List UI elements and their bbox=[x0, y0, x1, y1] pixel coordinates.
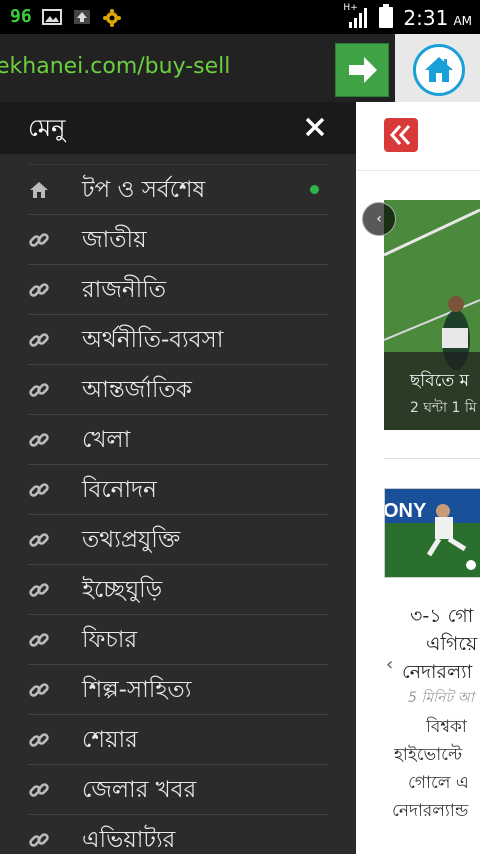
menu-item-label: ফিচার bbox=[82, 627, 138, 653]
navigation-drawer: মেনু টপ ও সর্বশেষ জাতীয় রাজনীতি অর্থনীত… bbox=[0, 102, 356, 854]
menu-item-label: রাজনীতি bbox=[82, 277, 167, 303]
go-button[interactable] bbox=[335, 43, 389, 97]
url-field[interactable]: ekhanei.com/buy-sell bbox=[0, 54, 230, 79]
status-right: H+ 2:31 AM bbox=[343, 3, 472, 32]
article-snippet-line: হাইভোল্টে bbox=[394, 745, 463, 765]
menu-item-feature[interactable]: ফিচার bbox=[28, 614, 328, 664]
featured-slider[interactable]: ছবিতে ম 2 ঘন্টা 1 মি bbox=[384, 200, 480, 430]
menu-item-label: বিনোদন bbox=[82, 477, 157, 503]
link-icon bbox=[28, 779, 50, 801]
article-thumbnail[interactable]: ONY bbox=[384, 488, 480, 578]
slider-title: ছবিতে ম bbox=[410, 371, 470, 391]
divider bbox=[384, 458, 480, 459]
link-icon bbox=[28, 679, 50, 701]
slider-meta: 2 ঘন্টা 1 মি bbox=[410, 400, 477, 416]
menu-item-technology[interactable]: তথ্যপ্রযুক্তি bbox=[28, 514, 328, 564]
menu-item-label: জাতীয় bbox=[82, 227, 147, 253]
link-icon bbox=[28, 429, 50, 451]
back-button[interactable] bbox=[384, 118, 418, 152]
chevron-left-icon: ‹ bbox=[376, 211, 382, 227]
home-button[interactable] bbox=[395, 34, 480, 102]
link-icon bbox=[28, 229, 50, 251]
active-indicator-dot bbox=[310, 185, 319, 194]
menu-item-sports[interactable]: খেলা bbox=[28, 414, 328, 464]
link-icon bbox=[28, 579, 50, 601]
notification-badge: 96 bbox=[10, 6, 32, 27]
link-icon bbox=[28, 279, 50, 301]
menu-item-economy-business[interactable]: অর্থনীতি-ব্যবসা bbox=[28, 314, 328, 364]
menu-item-label: তথ্যপ্রযুক্তি bbox=[82, 527, 181, 553]
menu-item-international[interactable]: আন্তর্জাতিক bbox=[28, 364, 328, 414]
menu-item-label: শেয়ার bbox=[82, 727, 138, 753]
menu-item-label: আন্তর্জাতিক bbox=[82, 377, 192, 403]
menu-item-label: ইচ্ছেঘুড়ি bbox=[82, 577, 163, 603]
menu-item-adventure[interactable]: এভিয়াট্যর bbox=[28, 814, 328, 864]
article-time: 5 মিনিট আ bbox=[408, 690, 474, 706]
menu-item-label: টপ ও সর্বশেষ bbox=[82, 177, 206, 203]
signal-icon: H+ bbox=[343, 3, 369, 30]
chevron-left-icon[interactable]: ‹ bbox=[386, 654, 393, 675]
drawer-header: মেনু bbox=[0, 102, 356, 154]
link-icon bbox=[28, 479, 50, 501]
svg-text:ONY: ONY bbox=[385, 500, 427, 522]
menu-item-politics[interactable]: রাজনীতি bbox=[28, 264, 328, 314]
menu-item-district-news[interactable]: জেলার খবর bbox=[28, 764, 328, 814]
settings-icon bbox=[102, 8, 122, 27]
soccer-thumb-photo: ONY bbox=[385, 489, 480, 577]
menu-item-kids[interactable]: ইচ্ছেঘুড়ি bbox=[28, 564, 328, 614]
link-icon bbox=[28, 529, 50, 551]
close-icon bbox=[305, 117, 325, 137]
clock-time: 2:31 bbox=[403, 6, 449, 30]
menu-item-share[interactable]: শেয়ার bbox=[28, 714, 328, 764]
menu-item-arts-literature[interactable]: শিল্প-সাহিত্য bbox=[28, 664, 328, 714]
article-snippet-line: নেদারল্যান্ড bbox=[392, 801, 469, 821]
battery-icon bbox=[379, 4, 394, 32]
divider bbox=[356, 170, 480, 171]
image-icon bbox=[41, 8, 62, 25]
article-snippet-line: গোলে এ bbox=[408, 773, 469, 793]
clock-ampm: AM bbox=[453, 14, 472, 28]
drawer-menu: টপ ও সর্বশেষ জাতীয় রাজনীতি অর্থনীতি-ব্য… bbox=[28, 164, 328, 864]
close-drawer-button[interactable] bbox=[302, 116, 328, 142]
article-snippet-line: বিশ্বকা bbox=[426, 717, 467, 737]
menu-item-label: শিল্প-সাহিত্য bbox=[82, 677, 192, 703]
home-icon bbox=[413, 44, 465, 96]
link-icon bbox=[28, 829, 50, 851]
drawer-title: মেনু bbox=[28, 114, 66, 142]
upload-icon bbox=[72, 9, 92, 25]
network-type-label: H+ bbox=[343, 3, 358, 13]
link-icon bbox=[28, 729, 50, 751]
slider-prev-button[interactable]: ‹ bbox=[362, 202, 396, 236]
menu-item-label: খেলা bbox=[82, 427, 131, 453]
menu-item-label: জেলার খবর bbox=[82, 777, 197, 803]
slider-caption: ছবিতে ম 2 ঘন্টা 1 মি bbox=[384, 352, 480, 430]
main-content: ছবিতে ম 2 ঘন্টা 1 মি ‹ ONY ৩-১ গো এগিয়ে… bbox=[356, 102, 480, 854]
link-icon bbox=[28, 329, 50, 351]
link-icon bbox=[28, 629, 50, 651]
menu-item-label: অর্থনীতি-ব্যবসা bbox=[82, 327, 224, 353]
url-bar: ekhanei.com/buy-sell bbox=[0, 34, 480, 102]
status-left-icons: 96 bbox=[10, 6, 122, 27]
menu-item-entertainment[interactable]: বিনোদন bbox=[28, 464, 328, 514]
status-bar: 96 H+ 2:31 AM bbox=[0, 0, 480, 34]
home-icon bbox=[28, 179, 50, 201]
arrow-right-icon bbox=[349, 57, 377, 83]
menu-item-label: এভিয়াট্যর bbox=[82, 827, 176, 853]
link-icon bbox=[28, 379, 50, 401]
menu-item-top-latest[interactable]: টপ ও সর্বশেষ bbox=[28, 164, 328, 214]
menu-item-national[interactable]: জাতীয় bbox=[28, 214, 328, 264]
double-chevron-left-icon bbox=[389, 125, 411, 145]
